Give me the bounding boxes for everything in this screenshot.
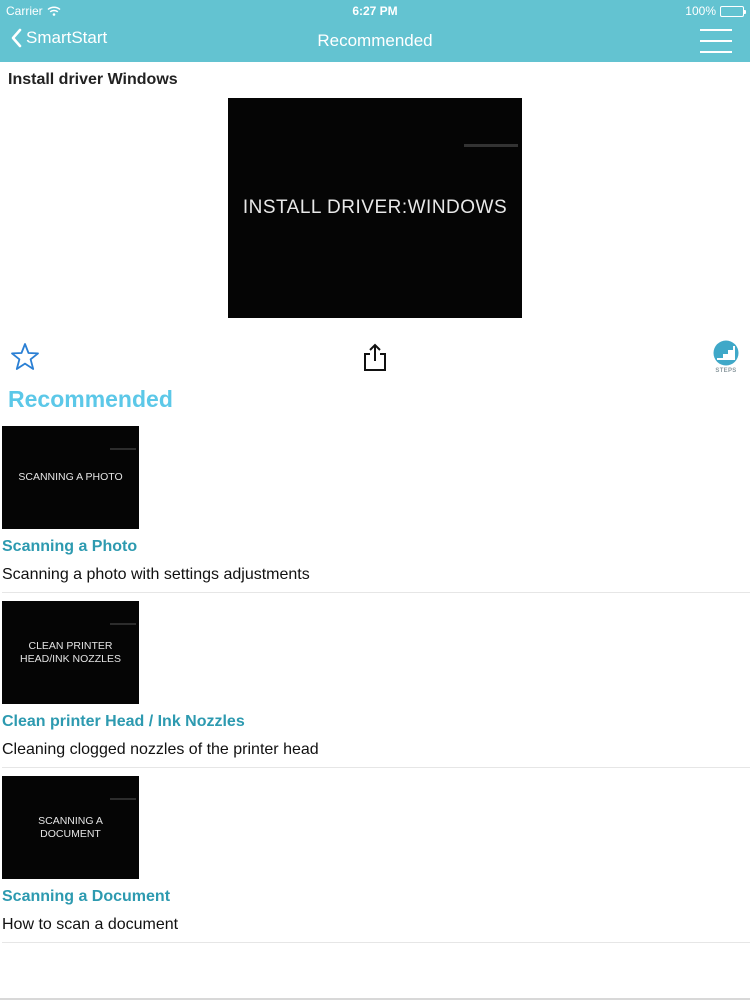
thumbnail-text: CLEAN PRINTER HEAD/INK NOZZLES [20,639,121,665]
status-bar: Carrier 6:27 PM 100% [0,0,750,20]
top-bar: Carrier 6:27 PM 100% SmartStart Recommen… [0,0,750,62]
recommended-list: SCANNING A PHOTO Scanning a Photo Scanni… [0,425,750,950]
battery-icon [720,5,746,17]
item-description: Scanning a photo with settings adjustmen… [2,566,310,583]
video-thumbnail[interactable]: CLEAN PRINTER HEAD/INK NOZZLES [2,601,139,704]
steps-button[interactable]: STEPS [709,339,743,377]
hamburger-menu-icon[interactable] [700,29,732,53]
share-icon [364,343,386,371]
video-thumbnail[interactable]: SCANNING A DOCUMENT [2,776,139,879]
item-description: Cleaning clogged nozzles of the printer … [2,741,319,758]
thumbnail-watermark [110,448,136,450]
navigation-bar: SmartStart Recommended [0,20,750,62]
battery-label: 100% [685,4,716,18]
thumbnail-text: SCANNING A DOCUMENT [38,814,103,840]
item-description: How to scan a document [2,916,179,933]
list-item[interactable]: SCANNING A PHOTO Scanning a Photo Scanni… [0,425,750,600]
video-thumbnail[interactable]: SCANNING A PHOTO [2,426,139,529]
list-item[interactable]: CLEAN PRINTER HEAD/INK NOZZLES Clean pri… [0,600,750,775]
feature-video-text: INSTALL DRIVER:WINDOWS [242,197,508,218]
item-title[interactable]: Scanning a Document [2,888,170,906]
thumbnail-watermark [110,623,136,625]
battery-indicator: 100% [685,4,746,18]
steps-label: STEPS [715,368,737,374]
favorite-button[interactable] [10,342,40,372]
feature-video[interactable]: INSTALL DRIVER:WINDOWS [228,98,522,318]
divider [2,592,750,593]
recommended-heading: Recommended [8,386,173,412]
thumbnail-text: SCANNING A PHOTO [18,471,123,484]
list-item[interactable]: SCANNING A DOCUMENT Scanning a Document … [0,775,750,950]
status-time: 6:27 PM [352,4,398,18]
thumbnail-watermark [110,798,136,800]
feature-title: Install driver Windows [8,71,178,88]
item-title[interactable]: Clean printer Head / Ink Nozzles [2,713,245,731]
steps-logo-icon [713,340,739,366]
star-outline-icon [11,343,39,370]
video-watermark [464,144,518,147]
divider [2,767,750,768]
item-title[interactable]: Scanning a Photo [2,538,137,556]
share-button[interactable] [361,342,389,372]
divider [2,942,750,943]
nav-title: Recommended [317,31,433,50]
